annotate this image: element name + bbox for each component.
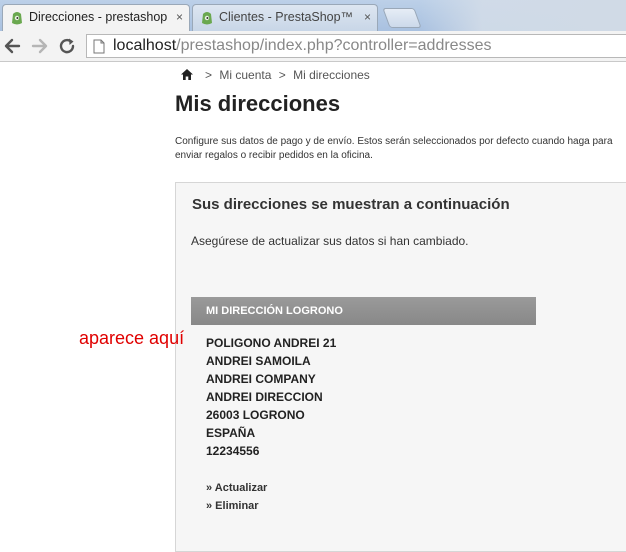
delete-address-link[interactable]: » Eliminar xyxy=(206,500,259,512)
prestashop-favicon-icon xyxy=(202,12,212,25)
address-line: ESPAÑA xyxy=(206,426,256,440)
address-line: POLIGONO ANDREI 21 xyxy=(206,336,337,350)
url-host: localhost xyxy=(113,37,177,54)
address-line: ANDREI COMPANY xyxy=(206,372,316,386)
home-icon[interactable] xyxy=(181,69,193,80)
address-title: MI DIRECCIÓN LOGRONO xyxy=(191,297,536,325)
update-address-link[interactable]: » Actualizar xyxy=(206,482,267,494)
address-actions: » Actualizar » Eliminar xyxy=(206,479,267,515)
delete-address-item: » Eliminar xyxy=(206,497,267,515)
page-title: Mis direcciones xyxy=(175,91,341,116)
back-arrow-icon xyxy=(4,38,21,54)
addresses-panel: Sus direcciones se muestran a continuaci… xyxy=(175,182,626,552)
browser-tab-strip: Direcciones - prestashop × Clientes - Pr… xyxy=(0,0,626,31)
window-background xyxy=(420,0,626,31)
page-content: > Mi cuenta > Mi direcciones Mis direcci… xyxy=(0,62,626,552)
new-tab-button[interactable] xyxy=(382,8,422,28)
address-lines: POLIGONO ANDREI 21 ANDREI SAMOILA ANDREI… xyxy=(206,334,336,460)
breadcrumb-current: Mi direcciones xyxy=(293,68,370,82)
close-tab-icon[interactable]: × xyxy=(364,10,371,24)
intro-text: Configure sus datos de pago y de envío. … xyxy=(175,136,613,161)
browser-toolbar: localhost/prestashop/index.php?controlle… xyxy=(0,31,626,62)
tab-title: Direcciones - prestashop xyxy=(29,10,168,24)
address-line: ANDREI DIRECCION xyxy=(206,390,323,404)
annotation-text: aparece aquí xyxy=(79,328,185,348)
forward-button[interactable] xyxy=(28,35,50,57)
addresses-note: Asegúrese de actualizar sus datos si han… xyxy=(191,234,469,248)
close-tab-icon[interactable]: × xyxy=(176,10,183,24)
tab-direcciones[interactable]: Direcciones - prestashop × xyxy=(2,4,190,31)
addresses-heading: Sus direcciones se muestran a continuaci… xyxy=(192,196,510,213)
address-line: 12234556 xyxy=(206,444,260,458)
url-path: /prestashop/index.php?controller=address… xyxy=(176,37,492,54)
breadcrumb-separator: > xyxy=(205,68,213,82)
tab-clientes[interactable]: Clientes - PrestaShop™ × xyxy=(192,4,378,31)
breadcrumb-mi-cuenta-link[interactable]: Mi cuenta xyxy=(219,68,271,82)
address-bar[interactable]: localhost/prestashop/index.php?controlle… xyxy=(86,34,626,58)
reload-button[interactable] xyxy=(56,35,78,57)
back-button[interactable] xyxy=(2,35,24,57)
url-text: localhost/prestashop/index.php?controlle… xyxy=(113,37,491,55)
reload-icon xyxy=(59,38,75,54)
page-icon xyxy=(93,39,105,54)
breadcrumb: > Mi cuenta > Mi direcciones xyxy=(181,68,370,82)
update-address-item: » Actualizar xyxy=(206,479,267,497)
address-line: 26003 LOGRONO xyxy=(206,408,305,422)
prestashop-favicon-icon xyxy=(12,12,22,25)
address-line: ANDREI SAMOILA xyxy=(206,354,311,368)
forward-arrow-icon xyxy=(31,38,48,54)
tab-title: Clientes - PrestaShop™ xyxy=(219,10,354,24)
breadcrumb-separator: > xyxy=(278,68,286,82)
